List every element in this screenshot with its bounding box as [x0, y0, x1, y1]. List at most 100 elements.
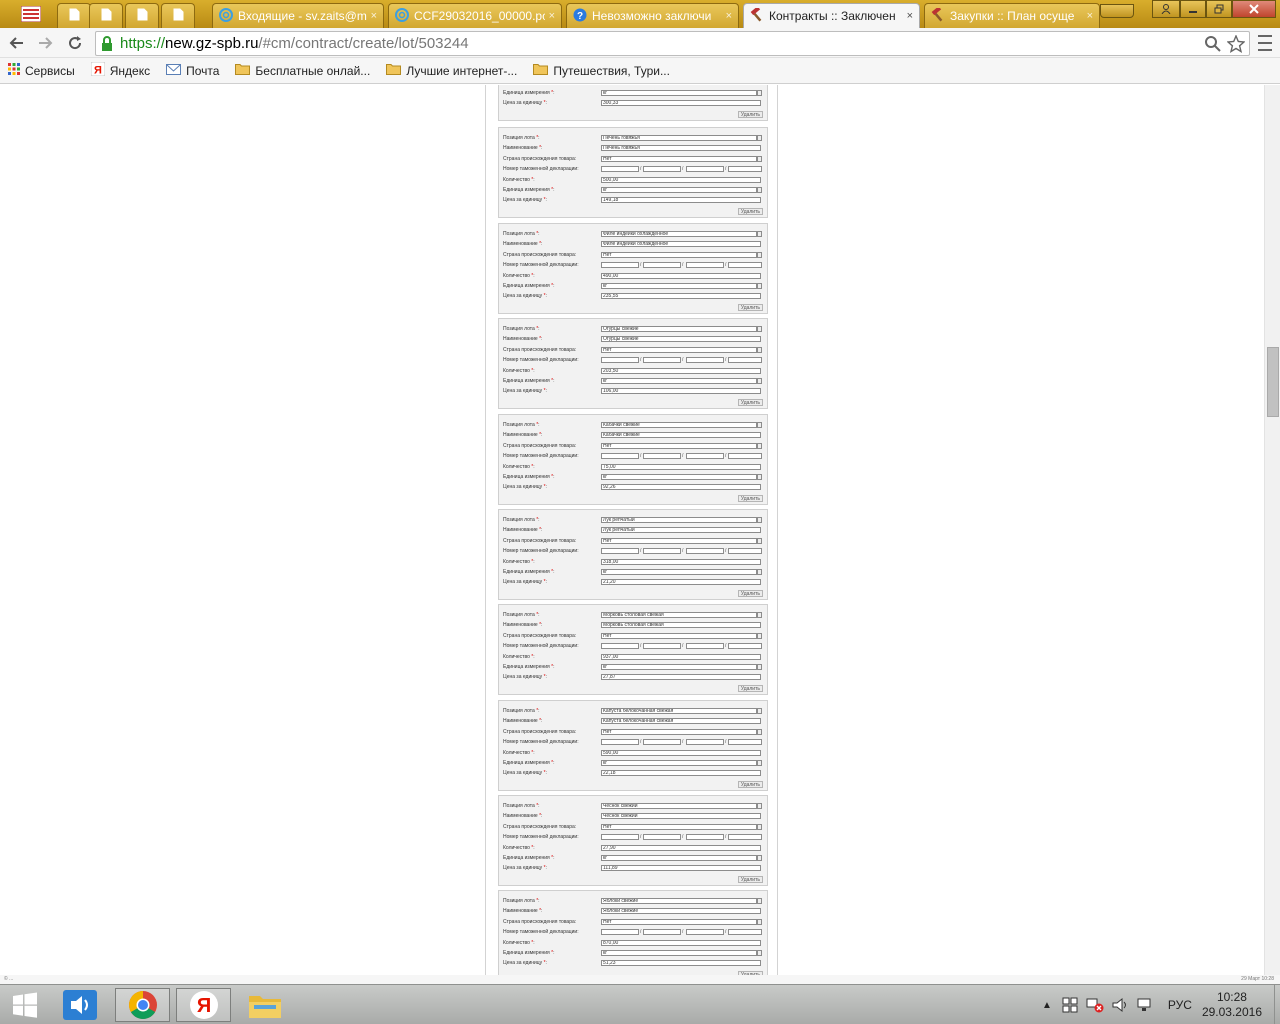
quantity-input[interactable]: 937,00	[601, 654, 761, 660]
bookmark-2[interactable]: Почта	[166, 63, 219, 79]
price-input[interactable]: 27,87	[601, 674, 761, 680]
bookmark-1[interactable]: Я Яндекс	[90, 61, 150, 79]
position-select-dropdown-button[interactable]	[757, 135, 762, 141]
minimize-button[interactable]	[1180, 0, 1206, 18]
position-select[interactable]: Печень говяжья	[601, 135, 757, 141]
customs-declaration-part-1[interactable]	[643, 929, 681, 935]
price-input[interactable]: 300,33	[601, 100, 761, 106]
reload-button[interactable]	[63, 31, 87, 55]
country-select[interactable]: Нет	[601, 156, 757, 162]
unit-select-dropdown-button[interactable]	[757, 569, 762, 575]
customs-declaration-part-1[interactable]	[643, 262, 681, 268]
taskbar-chrome[interactable]	[115, 988, 170, 1022]
taskbar-explorer[interactable]	[240, 988, 290, 1022]
tab-0[interactable]	[57, 3, 91, 28]
name-input[interactable]: Огурцы свежие	[601, 336, 761, 342]
name-input[interactable]: Капуста белокочанная свежая	[601, 718, 761, 724]
quantity-input[interactable]: 490,00	[601, 273, 761, 279]
scrollbar[interactable]	[1264, 85, 1280, 975]
customs-declaration-part-1[interactable]	[643, 548, 681, 554]
customs-declaration-part-0[interactable]	[601, 262, 639, 268]
maximize-button[interactable]	[1206, 0, 1232, 18]
customs-declaration-part-2[interactable]	[686, 166, 724, 172]
quantity-input[interactable]: 75,00	[601, 464, 761, 470]
price-input[interactable]: 149,18	[601, 197, 761, 203]
customs-declaration-part-2[interactable]	[686, 357, 724, 363]
country-select-dropdown-button[interactable]	[757, 633, 762, 639]
customs-declaration-part-3[interactable]	[728, 453, 762, 459]
country-select-dropdown-button[interactable]	[757, 919, 762, 925]
customs-declaration-part-0[interactable]	[601, 929, 639, 935]
tab-close-icon[interactable]: ×	[726, 10, 732, 22]
unit-select[interactable]: кг	[601, 283, 757, 289]
unit-select[interactable]: кг	[601, 855, 757, 861]
name-input[interactable]: Лук репчатый	[601, 527, 761, 533]
customs-declaration-part-3[interactable]	[728, 262, 762, 268]
name-input[interactable]: Кабачки свежие	[601, 432, 761, 438]
tab-2[interactable]	[125, 3, 159, 28]
price-input[interactable]: 106,00	[601, 388, 761, 394]
country-select-dropdown-button[interactable]	[757, 347, 762, 353]
customs-declaration-part-1[interactable]	[643, 834, 681, 840]
tab-5[interactable]: CCF29032016_00000.pc ×	[388, 3, 562, 28]
unit-select-dropdown-button[interactable]	[757, 187, 762, 193]
country-select-dropdown-button[interactable]	[757, 538, 762, 544]
delete-button[interactable]: Удалить	[737, 685, 763, 692]
country-select[interactable]: Нет	[601, 729, 757, 735]
position-select-dropdown-button[interactable]	[757, 517, 762, 523]
position-select-dropdown-button[interactable]	[757, 898, 762, 904]
country-select-dropdown-button[interactable]	[757, 252, 762, 258]
address-bar[interactable]: https://new.gz-spb.ru/#cm/contract/creat…	[95, 31, 1250, 56]
position-select-dropdown-button[interactable]	[757, 422, 762, 428]
show-desktop-button[interactable]	[1274, 985, 1280, 1024]
delete-button[interactable]: Удалить	[737, 590, 763, 597]
country-select-dropdown-button[interactable]	[757, 729, 762, 735]
customs-declaration-part-0[interactable]	[601, 357, 639, 363]
unit-select-dropdown-button[interactable]	[757, 90, 762, 96]
price-input[interactable]: 51,23	[601, 960, 761, 966]
delete-button[interactable]: Удалить	[737, 399, 763, 406]
name-input[interactable]: Чеснок свежий	[601, 813, 761, 819]
price-input[interactable]: 21,20	[601, 579, 761, 585]
customs-declaration-part-3[interactable]	[728, 929, 762, 935]
unit-select-dropdown-button[interactable]	[757, 474, 762, 480]
tab-close-icon[interactable]: ×	[549, 10, 555, 22]
tab-7[interactable]: Контракты :: Заключен ×	[743, 3, 920, 28]
unit-select[interactable]: кг	[601, 90, 757, 96]
bookmark-0[interactable]: Сервисы	[8, 63, 75, 78]
unit-select-dropdown-button[interactable]	[757, 950, 762, 956]
position-select[interactable]: Капуста белокочанная свежая	[601, 708, 757, 714]
bookmark-3[interactable]: Бесплатные онлай...	[235, 63, 370, 78]
customs-declaration-part-3[interactable]	[728, 643, 762, 649]
unit-select-dropdown-button[interactable]	[757, 283, 762, 289]
customs-declaration-part-0[interactable]	[601, 834, 639, 840]
price-input[interactable]: 111,89	[601, 865, 761, 871]
name-input[interactable]: Филе индейки охлажденное	[601, 241, 761, 247]
customs-declaration-part-3[interactable]	[728, 166, 762, 172]
quantity-input[interactable]: 318,00	[601, 559, 761, 565]
delete-button[interactable]: Удалить	[737, 111, 763, 118]
scrollbar-thumb[interactable]	[1267, 347, 1279, 417]
bookmark-4[interactable]: Лучшие интернет-...	[386, 63, 517, 78]
customs-declaration-part-3[interactable]	[728, 357, 762, 363]
customs-declaration-part-2[interactable]	[686, 929, 724, 935]
unit-select[interactable]: кг	[601, 569, 757, 575]
unit-select[interactable]: кг	[601, 187, 757, 193]
position-select-dropdown-button[interactable]	[757, 708, 762, 714]
country-select[interactable]: Нет	[601, 824, 757, 830]
customs-declaration-part-1[interactable]	[643, 643, 681, 649]
position-select[interactable]: Морковь столовая свежая	[601, 612, 757, 618]
unit-select[interactable]: кг	[601, 378, 757, 384]
quantity-input[interactable]: 870,00	[601, 940, 761, 946]
customs-declaration-part-0[interactable]	[601, 643, 639, 649]
unit-select[interactable]: кг	[601, 474, 757, 480]
position-select[interactable]: Чеснок свежий	[601, 803, 757, 809]
quantity-input[interactable]: 590,00	[601, 750, 761, 756]
customs-declaration-part-3[interactable]	[728, 834, 762, 840]
new-tab-button[interactable]	[1100, 4, 1134, 18]
app-menu-button[interactable]	[6, 2, 56, 26]
tab-close-icon[interactable]: ×	[907, 10, 913, 22]
customs-declaration-part-0[interactable]	[601, 548, 639, 554]
unit-select[interactable]: кг	[601, 664, 757, 670]
tab-4[interactable]: Входящие - sv.zaits@m ×	[212, 3, 384, 28]
